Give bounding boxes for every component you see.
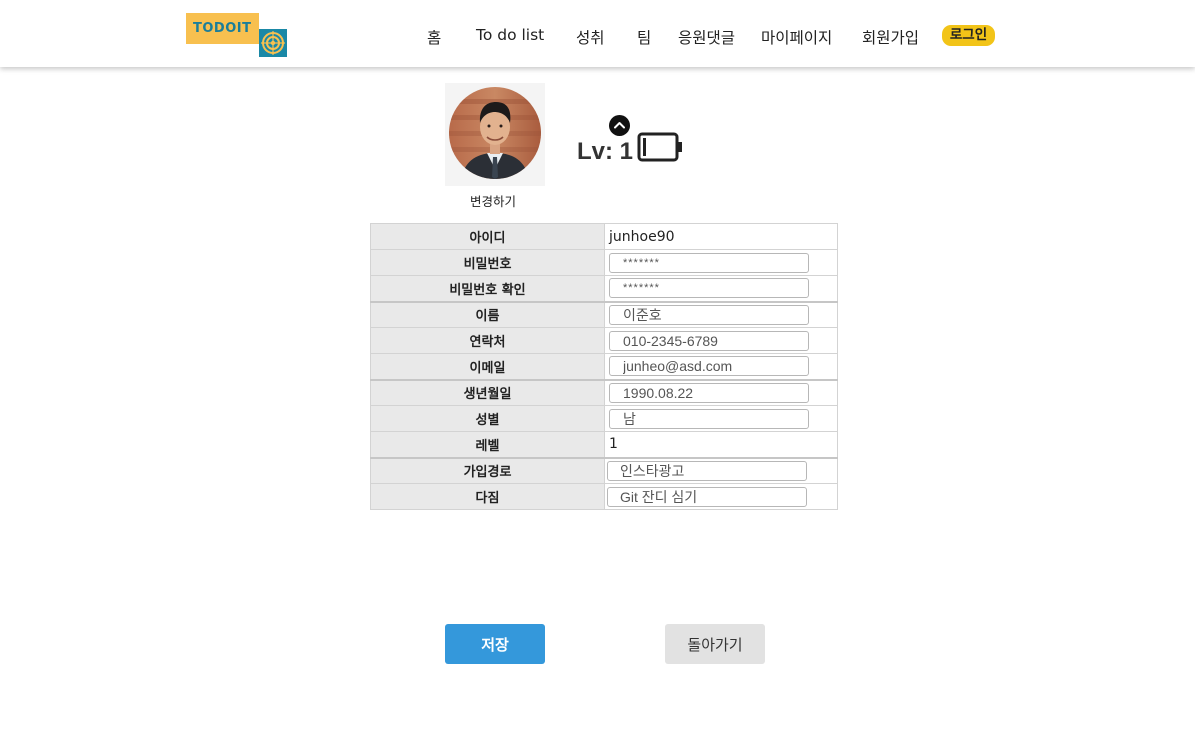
label-birthdate: 생년월일: [370, 378, 605, 406]
member-info-table: 아이디 junhoe90 비밀번호 비밀번호 확인 이름 연락처 이메일 생년월…: [370, 223, 838, 510]
label-email: 이메일: [370, 353, 605, 380]
nav-cheer-comments[interactable]: 응원댓글: [678, 26, 735, 48]
logo-box: TODOIT: [186, 13, 259, 44]
label-signup-route: 가입경로: [370, 456, 605, 484]
signup-route-field[interactable]: [607, 460, 807, 481]
label-resolution: 다짐: [370, 483, 605, 510]
label-id: 아이디: [370, 223, 605, 250]
table-row: 아이디 junhoe90: [370, 223, 838, 250]
label-level: 레벨: [370, 431, 605, 458]
change-photo-link[interactable]: 변경하기: [445, 191, 541, 210]
nav-achievement[interactable]: 성취: [576, 26, 605, 48]
avatar-frame: [445, 83, 545, 186]
phone-field[interactable]: [609, 330, 809, 351]
email-field[interactable]: [609, 356, 809, 377]
table-row: 다짐: [370, 483, 838, 510]
table-row: 이름: [370, 300, 838, 328]
table-row: 가입경로: [370, 456, 838, 484]
nav-signup[interactable]: 회원가입: [862, 26, 919, 48]
label-password-confirm: 비밀번호 확인: [370, 275, 605, 302]
label-name: 이름: [370, 300, 605, 328]
battery-empty-icon: [637, 132, 684, 166]
value-level: 1: [604, 431, 838, 458]
nav-home[interactable]: 홈: [427, 26, 441, 48]
top-header: TODOIT 홈 To do list 성취 팀 응원댓글 마이페이지 회원가입…: [0, 0, 1195, 67]
table-row: 연락처: [370, 327, 838, 354]
table-row: 생년월일: [370, 378, 838, 406]
profile-photo: [449, 87, 541, 179]
chevron-up-icon[interactable]: [609, 115, 630, 136]
value-id: junhoe90: [604, 223, 838, 250]
back-button[interactable]: 돌아가기: [665, 624, 765, 664]
nav-team[interactable]: 팀: [637, 26, 651, 48]
password-confirm-field[interactable]: [609, 278, 809, 299]
label-phone: 연락처: [370, 327, 605, 354]
birthdate-field[interactable]: [609, 382, 809, 403]
name-field[interactable]: [609, 304, 809, 325]
target-icon: [259, 29, 287, 57]
table-row: 레벨 1: [370, 431, 838, 458]
gender-field[interactable]: [609, 408, 809, 429]
nav-todo-list[interactable]: To do list: [476, 26, 544, 48]
table-row: 비밀번호: [370, 249, 838, 276]
password-field[interactable]: [609, 252, 809, 273]
nav-mypage[interactable]: 마이페이지: [761, 26, 832, 48]
save-button[interactable]: 저장: [445, 624, 545, 664]
logo-text: TODOIT: [193, 21, 252, 36]
label-password: 비밀번호: [370, 249, 605, 276]
table-row: 성별: [370, 405, 838, 432]
resolution-field[interactable]: [607, 486, 807, 507]
table-row: 이메일: [370, 353, 838, 380]
todoit-logo[interactable]: TODOIT: [186, 13, 287, 58]
table-row: 비밀번호 확인: [370, 275, 838, 302]
level-label: Lv: 1: [577, 138, 634, 165]
label-gender: 성별: [370, 405, 605, 432]
login-button[interactable]: 로그인: [942, 25, 995, 46]
avatar[interactable]: [449, 87, 541, 179]
